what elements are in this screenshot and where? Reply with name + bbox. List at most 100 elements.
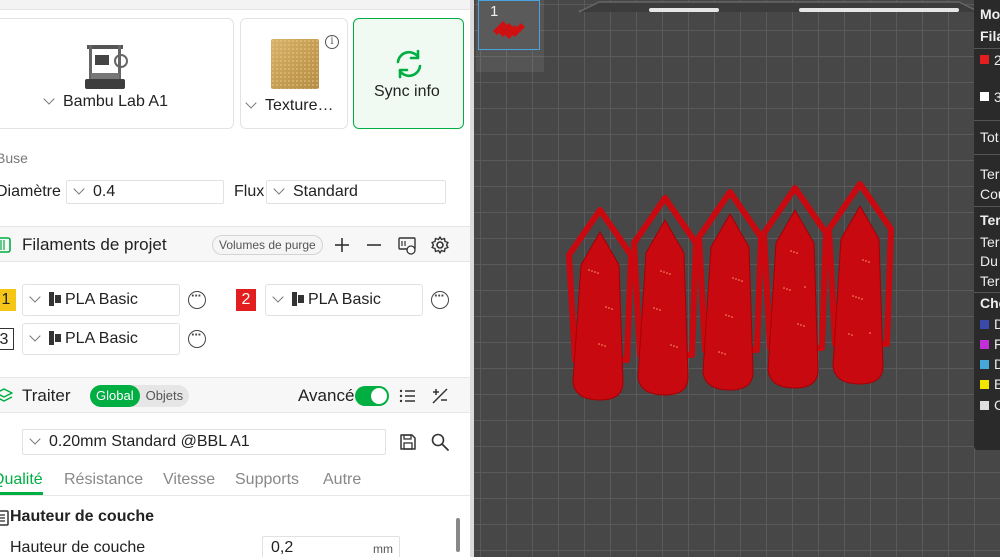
filament-spool-icon [0,237,11,253]
3d-viewport[interactable]: 1 Mo Fila 2 3 Tot Ter Cou [474,0,1000,557]
overlay-line-3: 2 [994,52,1000,68]
diameter-value: 0.4 [93,183,116,200]
plate-name: Texture… [265,97,334,114]
slice-info-overlay: Mo Fila 2 3 Tot Ter Cou Ter Ter Du Ter C… [974,0,1000,450]
overlay-line-1: Mo [980,6,1000,22]
model-part[interactable] [566,207,634,401]
layer-height-unit: mm [373,542,393,556]
model-part[interactable] [761,185,829,389]
process-preset-select[interactable]: 0.20mm Standard @BBL A1 [22,429,386,455]
chevron-down-icon [29,330,41,342]
toggle-global[interactable]: Global [90,385,140,407]
left-panel: Bambu Lab A1 i Texture… Sync info Buse D… [0,0,470,557]
overlay-swatch-magenta [980,340,989,349]
filament-1-badge[interactable]: 1 [0,289,16,311]
filament-2-select[interactable]: PLA Basic [265,284,423,316]
filament-spool-icon [292,292,304,306]
advanced-switch[interactable] [355,386,389,406]
sync-label: Sync info [374,83,440,100]
chevron-down-icon [43,93,55,105]
global-objects-toggle[interactable]: Global Objets [90,385,190,407]
filament-1-more-icon[interactable] [188,288,206,309]
tab-supports[interactable]: Supports [235,471,299,489]
overlay-divider [974,154,1000,155]
plate-dropdown[interactable]: Texture… [245,97,334,115]
filament-3-badge[interactable]: 3 [0,328,14,350]
settings-scrollbar[interactable] [456,518,460,552]
flow-select[interactable]: Standard [266,180,446,204]
overlay-line-9: Ter [980,234,1000,250]
model-part[interactable] [696,189,764,391]
model-part[interactable] [631,195,699,396]
filament-3-name: PLA Basic [65,330,138,347]
overlay-line-5: Tot [980,129,999,145]
overlay-line-6: Ter [980,166,1000,182]
process-preset-name: 0.20mm Standard @BBL A1 [49,433,250,450]
compare-icon[interactable] [430,386,450,406]
ams-sync-icon[interactable] [397,235,417,255]
overlay-line-4: 3 [994,89,1000,105]
overlay-divider [974,120,1000,121]
purge-volumes-button[interactable]: Volumes de purge [212,235,323,255]
list-icon[interactable] [398,386,418,406]
printer-image [85,45,128,89]
overlay-line-14: F [994,336,1000,352]
overlay-line-12: Che [980,295,1000,311]
flow-label: Flux [234,183,265,200]
plate-selector[interactable]: i Texture… [240,18,348,129]
overlay-line-13: D [994,316,1000,332]
overlay-swatch-gray [980,401,989,410]
flow-value: Standard [293,183,358,200]
sync-info-button[interactable]: Sync info [353,18,464,129]
overlay-swatch-yellow [980,380,989,389]
overlay-line-8: Ter [980,212,1000,228]
printer-dropdown[interactable]: Bambu Lab A1 [43,93,168,111]
filament-2-more-icon[interactable] [431,288,449,309]
layer-height-label: Hauteur de couche [10,539,146,556]
filaments-title: Filaments de projet [22,235,167,254]
overlay-line-17: C [994,397,1000,413]
filament-3-select[interactable]: PLA Basic [22,323,180,355]
layer-height-input[interactable]: 0,2 mm [262,536,400,557]
add-icon[interactable] [332,235,352,255]
toggle-objects[interactable]: Objets [140,385,190,407]
process-title: Traiter [22,386,71,405]
tab-quality[interactable]: Qualité [0,471,43,495]
tab-other[interactable]: Autre [323,471,361,489]
chevron-down-icon [273,183,285,195]
advanced-label: Avancé [298,386,355,405]
gear-icon[interactable] [430,235,450,255]
remove-icon[interactable] [364,235,384,255]
info-icon[interactable]: i [325,35,339,49]
tab-speed[interactable]: Vitesse [163,471,215,489]
search-icon[interactable] [430,432,450,452]
overlay-line-15: D [994,356,1000,372]
layers-icon [0,388,13,402]
process-tabs: Qualité Résistance Vitesse Supports Autr… [0,466,470,496]
filament-1-select[interactable]: PLA Basic [22,284,180,316]
plate-image [271,39,319,89]
diameter-select[interactable]: 0.4 [66,180,224,204]
model-preview[interactable] [474,0,1000,557]
save-icon[interactable] [398,432,418,452]
chevron-down-icon [272,291,284,303]
printer-selector[interactable]: Bambu Lab A1 [0,18,234,129]
sync-icon [396,49,422,79]
filament-2-badge[interactable]: 2 [236,289,256,311]
overlay-swatch-blue [980,320,989,329]
model-part[interactable] [826,181,894,385]
filament-spool-icon [49,292,61,306]
overlay-line-10: Du [980,253,998,269]
overlay-line-16: E [994,376,1000,392]
chevron-down-icon [29,291,41,303]
tab-strength[interactable]: Résistance [64,471,143,489]
diameter-label: Diamètre [0,183,61,200]
filament-1-name: PLA Basic [65,291,138,308]
overlay-divider [974,206,1000,207]
top-header-strip [0,0,470,10]
chevron-down-icon [245,97,257,109]
filament-3-more-icon[interactable] [188,327,206,348]
overlay-divider [974,48,1000,49]
layer-height-group-title: Hauteur de couche [10,508,155,525]
layer-height-value: 0,2 [271,539,294,556]
